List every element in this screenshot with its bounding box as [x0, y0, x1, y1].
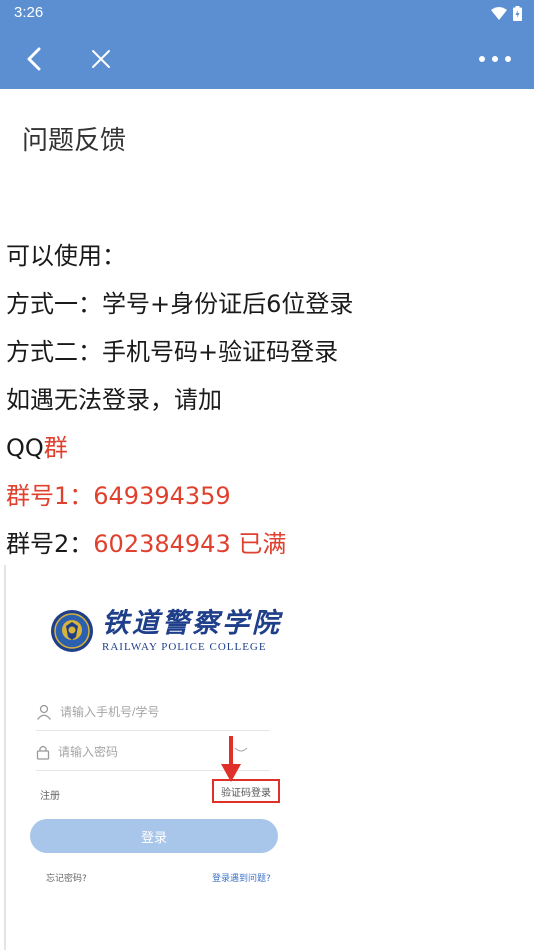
- group-text: 群: [43, 434, 68, 462]
- code-login-link: 验证码登录: [212, 779, 280, 803]
- close-icon: [92, 49, 110, 68]
- phone-student-id-field: 请输入手机号/学号: [36, 693, 270, 731]
- wifi-icon: [491, 7, 507, 20]
- police-badge-icon: [51, 610, 93, 652]
- login-button: 登录: [30, 819, 278, 853]
- qq-group-2-label: 群号2：: [6, 530, 94, 558]
- close-button[interactable]: [80, 28, 122, 89]
- content-line-contact: 如遇无法登录，请加: [6, 386, 222, 414]
- phone-placeholder: 请输入手机号/学号: [60, 705, 160, 719]
- qq-group-2: 群号2：602384943 已满: [6, 520, 528, 568]
- logo-chinese-name: 铁道警察学院: [102, 608, 282, 639]
- chevron-left-icon: [27, 47, 41, 70]
- logo-english-name: RAILWAY POLICE COLLEGE: [102, 641, 267, 653]
- college-logo: 铁道警察学院 RAILWAY POLICE COLLEGE: [50, 609, 282, 653]
- lock-icon: [36, 745, 50, 760]
- content-line-method-1: 方式一：学号+身份证后6位登录: [6, 290, 354, 318]
- battery-icon: [513, 6, 522, 21]
- back-button[interactable]: [14, 28, 54, 89]
- login-screenshot-image: 铁道警察学院 RAILWAY POLICE COLLEGE 请输入手机号/学号 …: [4, 565, 300, 950]
- qq-group-1: 群号1：649394359: [6, 482, 231, 510]
- system-icons: [491, 6, 522, 21]
- page-title: 问题反馈: [22, 126, 127, 156]
- login-options-row: 注册 验证码登录: [40, 779, 280, 804]
- feedback-content: 可以使用： 方式一：学号+身份证后6位登录 方式二：手机号码+验证码登录 如遇无…: [6, 232, 528, 568]
- login-problem-link: 登录遇到问题?: [212, 874, 271, 884]
- red-arrow-annotation: [221, 736, 241, 782]
- password-placeholder: 请输入密码: [58, 745, 119, 759]
- user-icon: [36, 704, 52, 720]
- forgot-password-link: 忘记密码?: [46, 874, 87, 884]
- content-line-method-2: 方式二：手机号码+验证码登录: [6, 338, 339, 366]
- status-bar: 3:26: [0, 0, 534, 28]
- qq-group-2-value: 602384943 已满: [93, 530, 287, 558]
- nav-bar: [0, 28, 534, 89]
- register-link: 注册: [40, 791, 60, 802]
- qq-text: QQ: [6, 434, 44, 462]
- status-time: 3:26: [14, 4, 44, 21]
- more-button[interactable]: [470, 28, 520, 89]
- content-line-qq: QQ群: [6, 424, 528, 472]
- content-line-intro: 可以使用：: [6, 242, 126, 270]
- more-dots-icon: [479, 55, 511, 62]
